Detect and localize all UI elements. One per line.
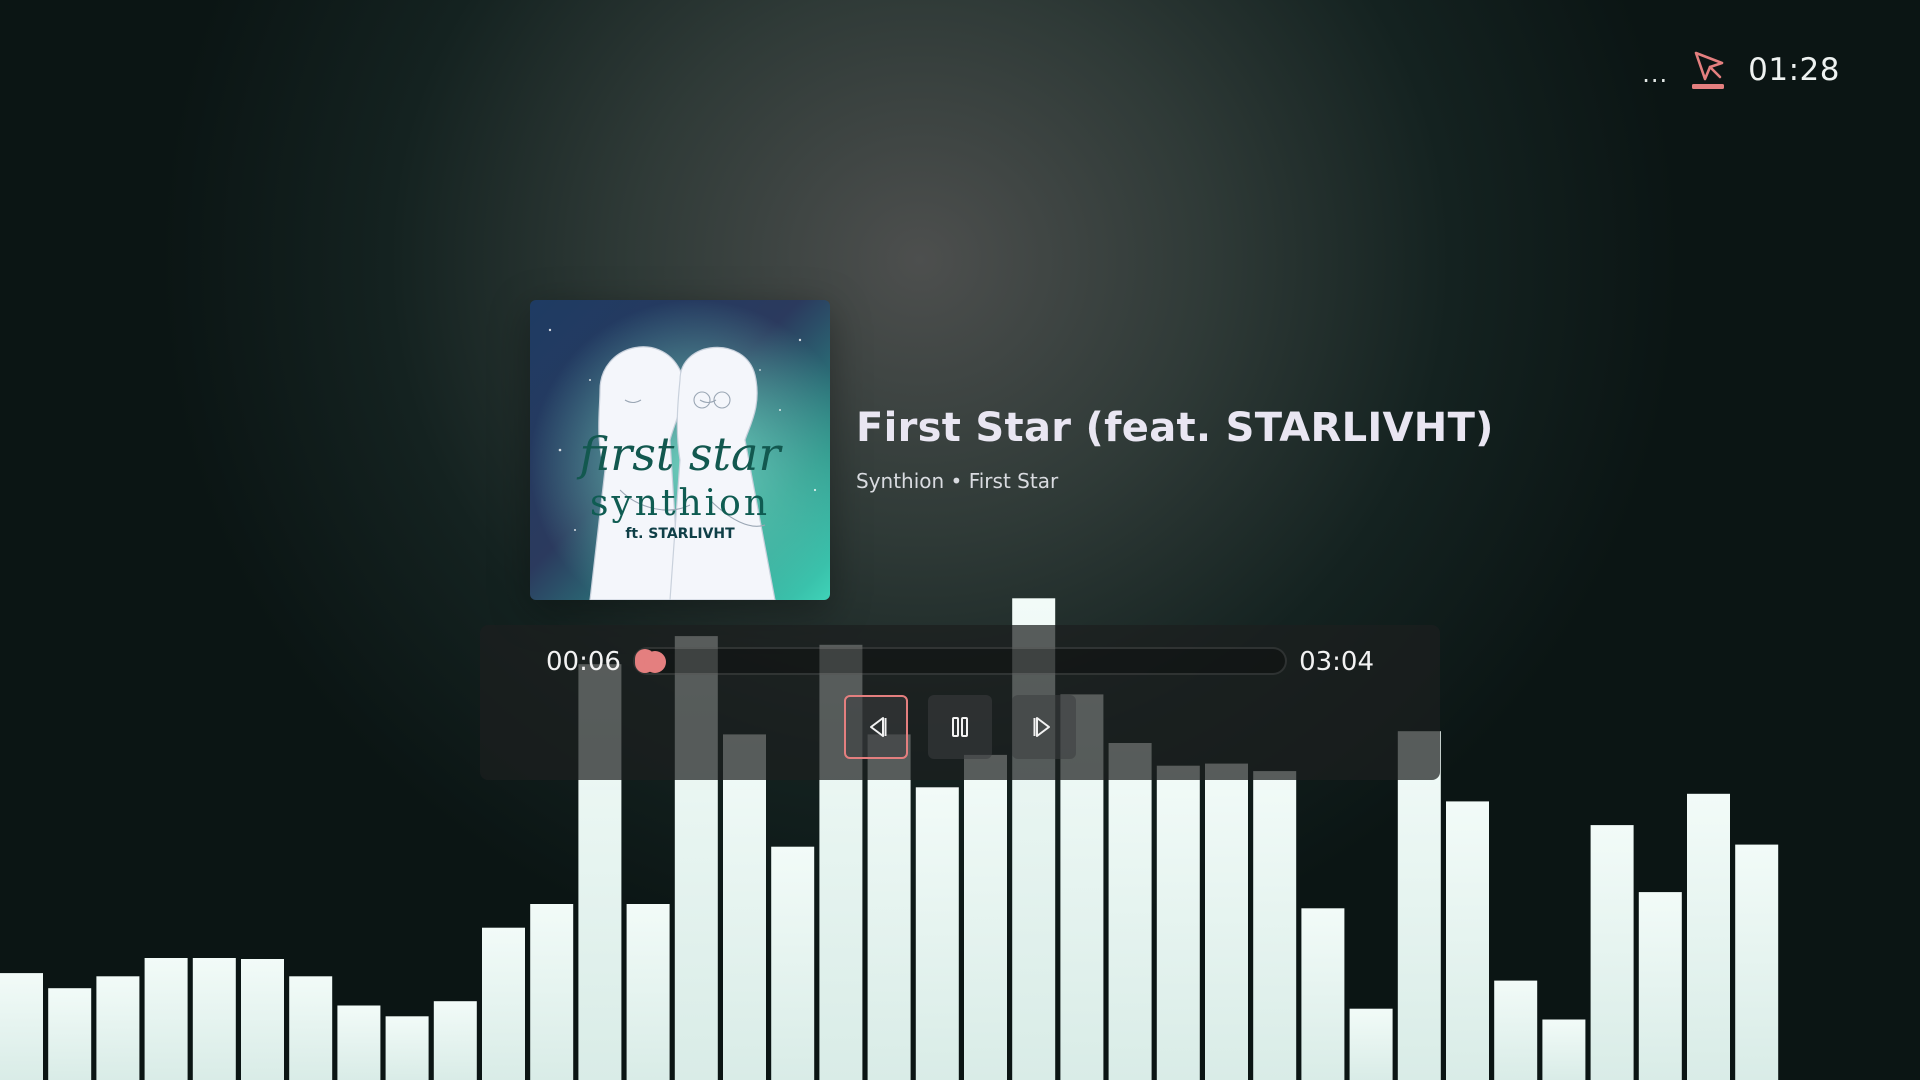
track-info: First Star (feat. STARLIVHT) Synthion • … (856, 405, 1494, 493)
visualizer-bar (1494, 980, 1538, 1080)
track-title: First Star (feat. STARLIVHT) (856, 405, 1494, 451)
visualizer-bar (1156, 765, 1200, 1080)
cast-pointer-icon[interactable] (1690, 49, 1726, 91)
visualizer-bar (964, 754, 1007, 1080)
visualizer-bar (48, 988, 92, 1080)
pause-button[interactable] (928, 695, 992, 759)
pause-icon (952, 717, 968, 737)
skip-next-icon (1033, 717, 1050, 737)
visualizer-bar (915, 787, 959, 1080)
visualizer-bar (144, 958, 188, 1080)
visualizer-bar (385, 1016, 429, 1080)
visualizer-bar (1687, 793, 1730, 1080)
visualizer-bar (241, 959, 284, 1080)
visualizer-bar (626, 904, 670, 1080)
next-button[interactable] (1012, 695, 1076, 759)
cover-script-text: first star (577, 427, 784, 481)
visualizer-bar (723, 734, 766, 1080)
clock: 01:28 (1748, 52, 1840, 88)
album-cover: first star synthion ft. STARLIVHT (530, 300, 830, 600)
total-time: 03:04 (1299, 647, 1374, 677)
visualizer-bar (867, 734, 911, 1080)
visualizer-bar (433, 1001, 477, 1080)
previous-button[interactable] (844, 695, 908, 759)
album-cover-art: first star synthion ft. STARLIVHT (530, 300, 830, 600)
visualizer-bar (1638, 892, 1682, 1080)
visualizer-bar (1205, 763, 1248, 1080)
visualizer-bar (1446, 801, 1489, 1080)
visualizer-bar (1349, 1008, 1393, 1080)
seek-bar-thumb[interactable] (643, 651, 666, 673)
visualizer-bar (482, 927, 525, 1080)
more-options-button[interactable]: ... (1642, 60, 1668, 88)
visualizer-bar (1397, 731, 1441, 1080)
current-time: 00:06 (546, 647, 621, 677)
visualizer-bar (771, 846, 815, 1080)
visualizer-bar (192, 958, 236, 1080)
visualizer-bar (1542, 1019, 1586, 1080)
visualizer-bar (96, 976, 140, 1080)
visualizer-bar (1301, 908, 1345, 1080)
visualizer-bar (1253, 771, 1297, 1080)
cover-artist-text: synthion (590, 483, 770, 524)
audio-visualizer (0, 598, 1779, 1080)
playback-panel: 00:06 03:04 (480, 625, 1440, 780)
track-subtitle: Synthion • First Star (856, 469, 1059, 493)
visualizer-bar (1108, 743, 1152, 1080)
visualizer-bar (1735, 844, 1779, 1080)
visualizer-bar (0, 973, 43, 1080)
visualizer-bar (337, 1005, 381, 1080)
seek-bar[interactable] (633, 647, 1287, 675)
visualizer-bar (289, 976, 333, 1080)
visualizer-bar (530, 904, 574, 1080)
skip-previous-icon (870, 717, 887, 737)
status-bar: ... 01:28 (1642, 46, 1840, 94)
visualizer-bar (1590, 825, 1634, 1080)
cover-feat-text: ft. STARLIVHT (625, 526, 735, 542)
